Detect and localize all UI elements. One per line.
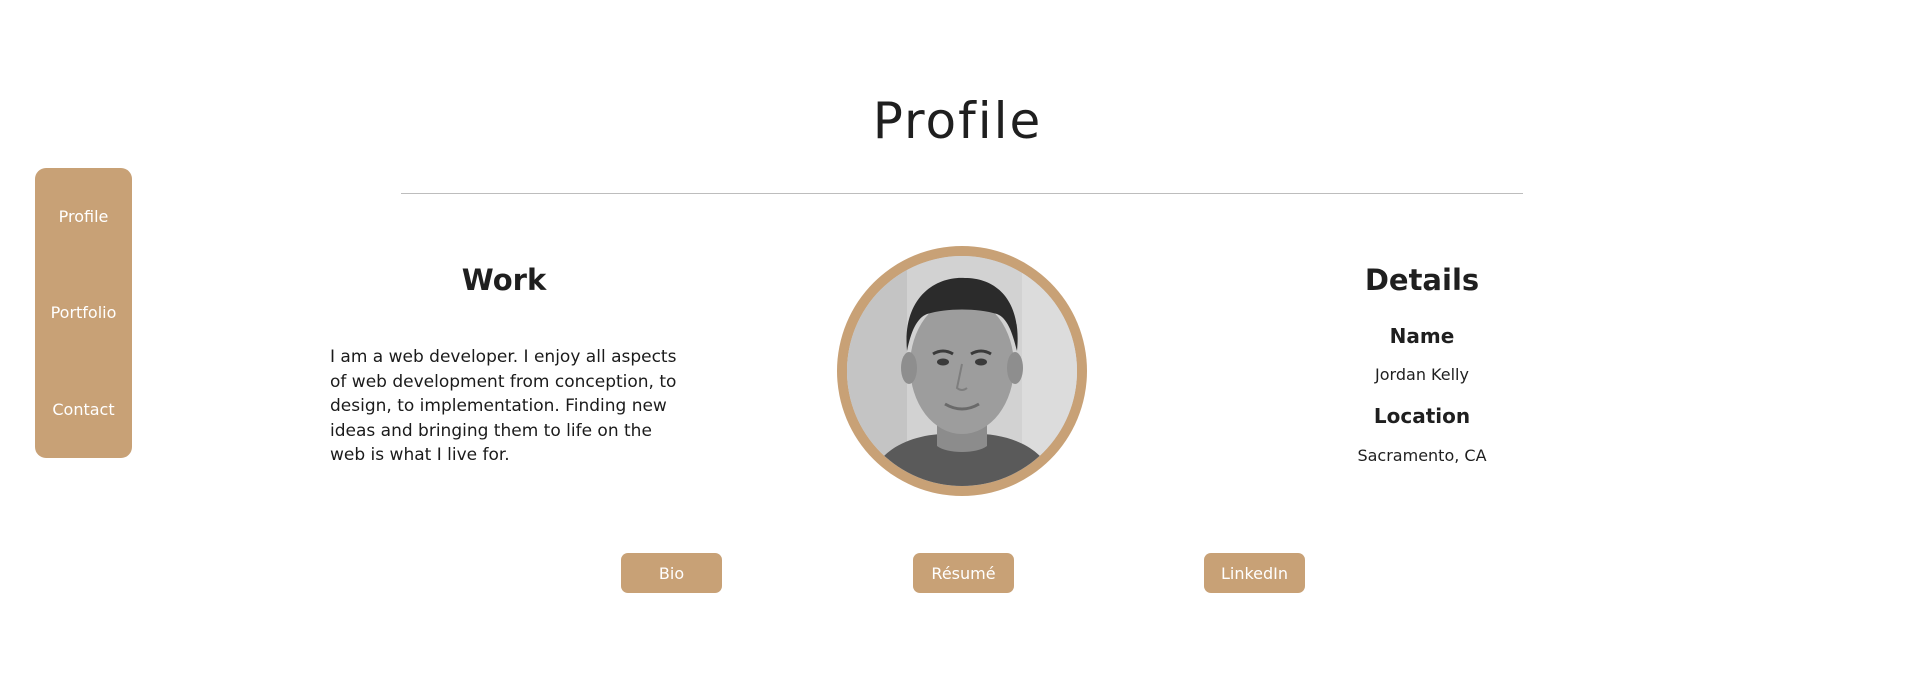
nav-item-contact[interactable]: Contact xyxy=(52,400,114,419)
bio-button[interactable]: Bio xyxy=(621,553,722,593)
profile-photo xyxy=(847,256,1077,486)
details-heading: Details xyxy=(1364,263,1480,297)
work-description: I am a web developer. I enjoy all aspect… xyxy=(330,347,677,465)
location-value: Sacramento, CA xyxy=(1357,446,1487,465)
nav-item-profile[interactable]: Profile xyxy=(59,207,109,226)
avatar xyxy=(837,246,1087,496)
work-heading: Work xyxy=(461,263,547,297)
side-nav: Profile Portfolio Contact xyxy=(35,168,132,458)
resume-button[interactable]: Résumé xyxy=(913,553,1014,593)
page-title: Profile xyxy=(872,92,1043,150)
name-value: Jordan Kelly xyxy=(1375,365,1469,384)
header-divider xyxy=(401,193,1523,194)
nav-item-portfolio[interactable]: Portfolio xyxy=(51,303,117,322)
linkedin-button[interactable]: LinkedIn xyxy=(1204,553,1305,593)
name-label: Name xyxy=(1389,324,1455,348)
location-label: Location xyxy=(1373,404,1471,428)
